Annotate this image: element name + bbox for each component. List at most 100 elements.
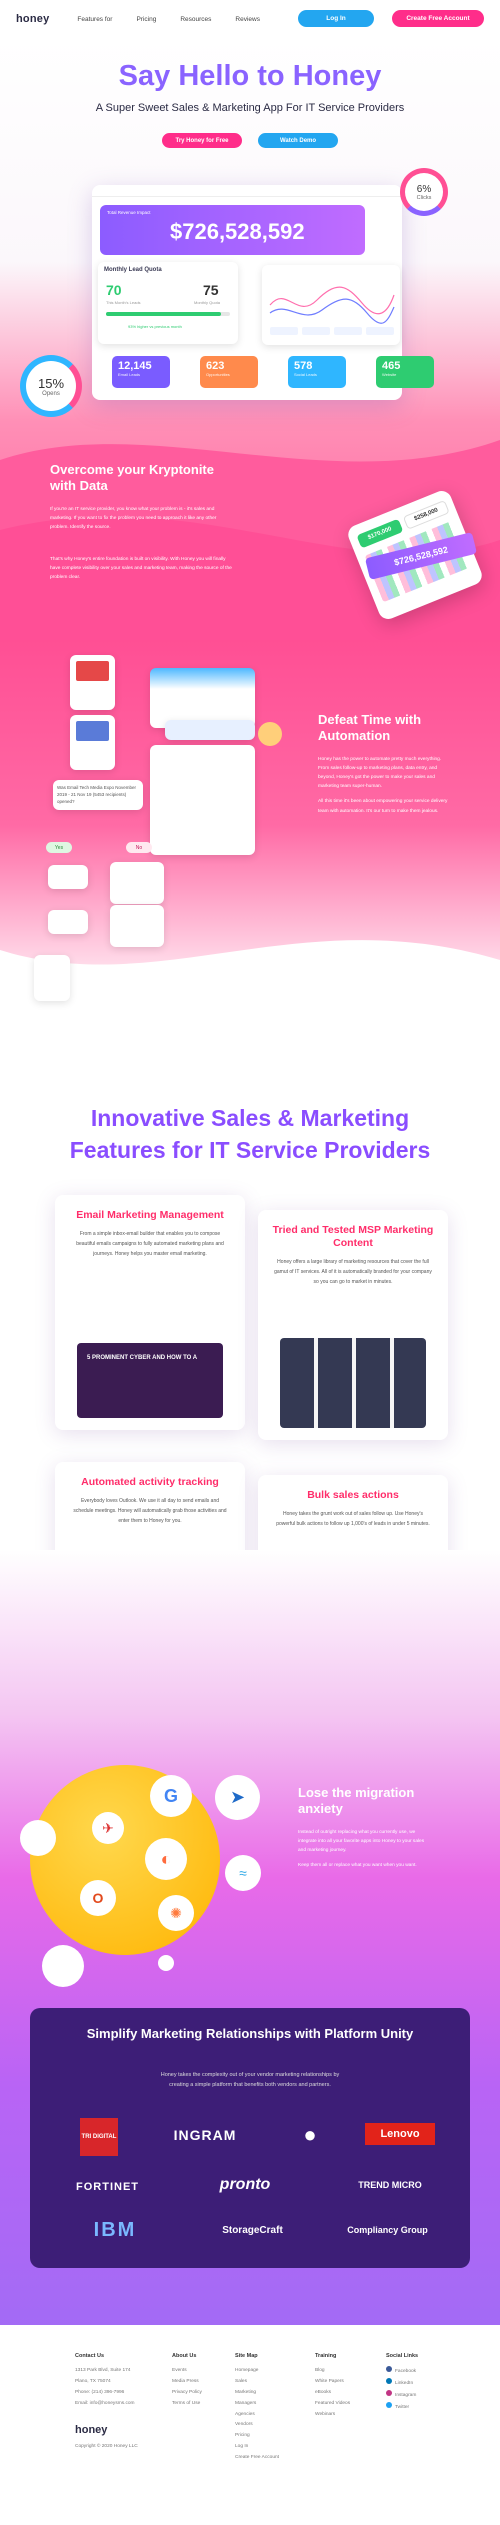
automation-title: Defeat Time with Automation — [318, 712, 422, 744]
try-free-button[interactable]: Try Honey for Free — [162, 133, 242, 148]
linkedin-icon — [386, 2378, 392, 2385]
nav-link-resources[interactable]: Resources — [180, 16, 211, 23]
leads-label: This Month's Leads — [106, 300, 141, 305]
quota-note: 93% higher vs previous month — [128, 324, 182, 329]
quota-progress — [106, 312, 230, 316]
leads-value: 70 — [106, 282, 122, 298]
clicks-label: Clicks — [416, 194, 432, 201]
apple-logo-icon: ● — [303, 2122, 317, 2147]
linkedin-link[interactable]: LinkedIn — [386, 2378, 418, 2390]
opens-percent: 15% — [37, 375, 65, 391]
clicks-gauge: 6% Clicks — [400, 168, 448, 216]
top-nav: honey Features for Pricing Resources Rev… — [0, 0, 500, 38]
stat-opportunities: 623 Opportunities — [200, 356, 258, 388]
logo-storagecraft: StorageCraft — [222, 2224, 283, 2236]
footer-logo[interactable]: honey — [75, 2418, 138, 2443]
logo-pronto: pronto — [219, 2176, 271, 2193]
feature-title-bulk: Bulk sales actions — [307, 1489, 399, 1501]
facebook-link[interactable]: Facebook — [386, 2366, 418, 2378]
bubble-2 — [42, 1945, 84, 1987]
yes-label: Yes — [46, 842, 72, 853]
feature-title-activity: Automated activity tracking — [81, 1476, 219, 1488]
email-step-2[interactable] — [110, 905, 164, 947]
nav-link-pricing[interactable]: Pricing — [136, 16, 156, 23]
opens-gauge: 15% Opens — [20, 355, 82, 417]
logo[interactable]: honey — [16, 13, 49, 25]
email-step-1[interactable] — [110, 862, 164, 904]
flow-input[interactable] — [165, 720, 255, 740]
stat-website: 465 Website — [376, 356, 434, 388]
feature-title-email: Email Marketing Management — [76, 1209, 224, 1221]
footer-social: Social Links Facebook LinkedIn Instagram… — [386, 2350, 418, 2414]
quota-title: Monthly Lead Quota — [104, 267, 162, 273]
stat-email-leads: 12,145 Email Leads — [112, 356, 170, 388]
kryptonite-paragraph-2: That's why Honey's entire foundation is … — [50, 557, 232, 581]
footer-contact: Contact Us 1313 Park Blvd, Suite 174 Pla… — [75, 2350, 138, 2453]
logo-ingram: INGRAM — [173, 2127, 237, 2143]
logo-tri-digital: TRI DIGITAL — [80, 2118, 118, 2156]
line-chart — [269, 286, 395, 335]
platform-title: Simplify Marketing Relationships with Pl… — [86, 2026, 414, 2041]
flow-question: Was Email Tech Media Expo November 2019 … — [53, 780, 143, 810]
instagram-link[interactable]: Instagram — [386, 2389, 418, 2402]
line-chart-card — [262, 265, 400, 345]
avatar — [258, 722, 282, 746]
google-icon: G — [150, 1775, 192, 1817]
feature-text-activity: Everybody loves Outlook. We use it all d… — [73, 1498, 227, 1524]
quota-value: 75 — [203, 282, 219, 298]
logo-compliancy-group: Compliancy Group — [347, 2225, 428, 2235]
feature-card-email[interactable]: Email Marketing Management From a simple… — [55, 1195, 245, 1430]
email-preview: 5 PROMINENT CYBER AND HOW TO A — [77, 1343, 223, 1418]
twitter-icon — [386, 2401, 392, 2408]
bird-icon: ✈ — [92, 1812, 124, 1844]
delay-step-1[interactable] — [48, 865, 88, 889]
logo-fortinet: FORTINET — [76, 2181, 139, 2193]
footer-training: Training Blog White Papers eBooks Featur… — [315, 2353, 351, 2417]
dashboard-toolbar — [92, 185, 402, 197]
instagram-icon — [386, 2389, 392, 2396]
paper-plane-icon: ➤ — [215, 1775, 260, 1820]
platform-unity-panel: Simplify Marketing Relationships with Pl… — [30, 2008, 470, 2268]
hero-subtitle: A Super Sweet Sales & Marketing App For … — [95, 102, 405, 114]
quota-label: Monthly Quota — [194, 300, 221, 305]
twitter-link[interactable]: Twitter — [386, 2401, 418, 2414]
add-to-list-step[interactable] — [34, 955, 70, 1001]
automation-text: Honey has the power to automate pretty m… — [318, 757, 448, 814]
footer-about: About Us Events Media Press Privacy Poli… — [172, 2353, 202, 2406]
feature-title-content: Tried and Tested MSP Marketing Content — [272, 1224, 434, 1250]
flow-email-card-2[interactable] — [70, 715, 115, 770]
hero-title: Say Hello to Honey — [118, 60, 382, 92]
feature-text-content: Honey offers a large library of marketin… — [274, 1259, 432, 1285]
migration-text: Instead of outright replacing what you c… — [298, 1830, 425, 1869]
flow-email-card-1[interactable] — [70, 655, 115, 710]
login-button[interactable]: Log In — [298, 10, 374, 27]
revenue-value: $726,528,592 — [170, 219, 305, 244]
kryptonite-paragraph-1: If you're an IT service provider, you kn… — [50, 507, 217, 531]
copyright: Copyright © 2020 Honey LLC — [75, 2444, 138, 2450]
logo-trend-micro: TREND MICRO — [358, 2180, 422, 2190]
bubble-3 — [158, 1955, 174, 1971]
watch-demo-button[interactable]: Watch Demo — [258, 133, 338, 148]
footer-sitemap: Site Map Homepage Sales Marketing Manage… — [235, 2353, 279, 2460]
content-library-preview — [280, 1338, 426, 1428]
feature-text-email: From a simple inbox-email builder that e… — [76, 1231, 224, 1257]
platform-subtitle: Honey takes the complexity out of your v… — [160, 2072, 340, 2089]
opens-label: Opens — [42, 390, 60, 397]
logo-lenovo: Lenovo — [365, 2123, 435, 2145]
footer-email-link[interactable]: Email: info@honeysms.com — [75, 2399, 138, 2410]
facebook-icon — [386, 2366, 392, 2373]
logo-ibm: IBM — [93, 2218, 137, 2241]
clicks-percent: 6% — [416, 183, 432, 195]
no-label: No — [126, 842, 152, 853]
nav-link-features[interactable]: Features for — [77, 16, 112, 23]
flow-form-card[interactable] — [150, 745, 255, 855]
delay-step-2[interactable] — [48, 910, 88, 934]
nav-link-reviews[interactable]: Reviews — [235, 16, 260, 23]
feature-card-content[interactable]: Tried and Tested MSP Marketing Content H… — [258, 1210, 448, 1440]
bubble-1 — [20, 1820, 56, 1856]
flow-editor-card[interactable] — [150, 668, 255, 728]
office-icon: O — [80, 1880, 116, 1916]
migration-title: Lose the migration anxiety — [298, 1785, 415, 1817]
create-account-button[interactable]: Create Free Account — [392, 10, 484, 27]
feature-text-bulk: Honey takes the grunt work out of sales … — [276, 1511, 430, 1527]
